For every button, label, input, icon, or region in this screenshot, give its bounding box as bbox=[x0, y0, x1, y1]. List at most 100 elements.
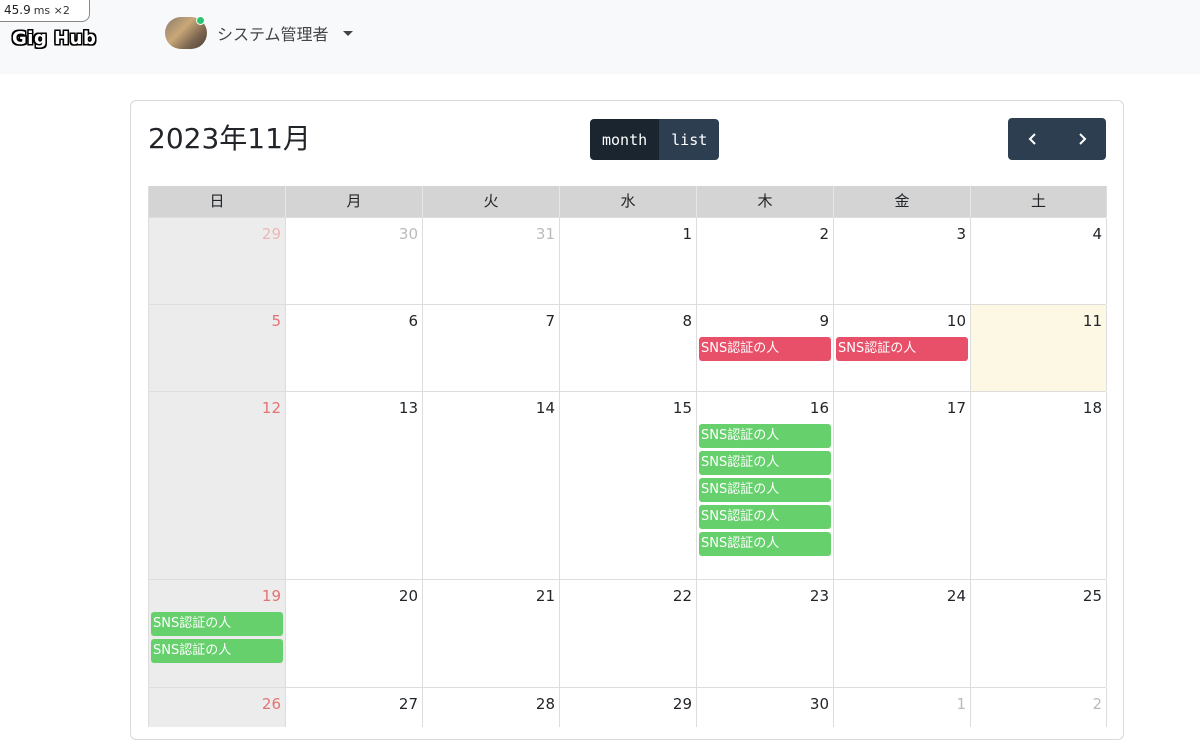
day-number: 17 bbox=[946, 399, 966, 417]
next-month-button[interactable] bbox=[1057, 118, 1106, 160]
calendar-week: 26 27 28 29 30 1 2 bbox=[149, 687, 1107, 727]
day-number: 15 bbox=[672, 399, 692, 417]
day-number: 1 bbox=[682, 225, 692, 243]
perf-badge: 45.9 ms ×2 bbox=[0, 0, 90, 22]
prev-month-button[interactable] bbox=[1008, 118, 1057, 160]
calendar-event[interactable]: SNS認証の人 bbox=[699, 424, 831, 448]
calendar-week: 19 SNS認証の人 SNS認証の人 20 21 22 23 24 25 bbox=[149, 579, 1107, 687]
day-cell[interactable]: 31 bbox=[423, 218, 560, 304]
calendar-event[interactable]: SNS認証の人 bbox=[151, 639, 283, 663]
day-cell[interactable]: 30 bbox=[286, 218, 423, 304]
day-cell[interactable]: 18 bbox=[971, 392, 1107, 579]
calendar-event[interactable]: SNS認証の人 bbox=[699, 478, 831, 502]
weekday-tue: 火 bbox=[423, 186, 560, 217]
event-list: SNS認証の人 bbox=[834, 333, 970, 361]
day-cell[interactable]: 24 bbox=[834, 580, 971, 687]
day-cell[interactable]: 4 bbox=[971, 218, 1107, 304]
day-cell[interactable]: 19 SNS認証の人 SNS認証の人 bbox=[149, 580, 286, 687]
day-number: 19 bbox=[261, 587, 281, 605]
day-cell[interactable]: 2 bbox=[971, 688, 1107, 727]
day-number: 2 bbox=[819, 225, 829, 243]
day-cell[interactable]: 1 bbox=[560, 218, 697, 304]
event-list: SNS認証の人 bbox=[697, 333, 833, 361]
day-cell[interactable]: 28 bbox=[423, 688, 560, 727]
day-cell[interactable]: 6 bbox=[286, 305, 423, 391]
day-number: 30 bbox=[398, 225, 418, 243]
day-number: 11 bbox=[1082, 312, 1102, 330]
day-number: 22 bbox=[672, 587, 692, 605]
day-number: 14 bbox=[535, 399, 555, 417]
calendar-event[interactable]: SNS認証の人 bbox=[699, 532, 831, 556]
day-number: 28 bbox=[535, 695, 555, 713]
avatar bbox=[165, 16, 207, 49]
day-cell[interactable]: 26 bbox=[149, 688, 286, 727]
day-cell[interactable]: 13 bbox=[286, 392, 423, 579]
day-cell[interactable]: 2 bbox=[697, 218, 834, 304]
day-number: 18 bbox=[1082, 399, 1102, 417]
brand-logo[interactable]: Gig Hub bbox=[12, 28, 96, 49]
day-cell[interactable]: 7 bbox=[423, 305, 560, 391]
day-cell[interactable]: 30 bbox=[697, 688, 834, 727]
calendar-event[interactable]: SNS認証の人 bbox=[699, 451, 831, 475]
day-number: 24 bbox=[946, 587, 966, 605]
day-number: 9 bbox=[819, 312, 829, 330]
weekday-mon: 月 bbox=[286, 186, 423, 217]
day-cell[interactable]: 21 bbox=[423, 580, 560, 687]
day-number: 12 bbox=[261, 399, 281, 417]
event-list: SNS認証の人 SNS認証の人 SNS認証の人 SNS認証の人 SNS認証の人 bbox=[697, 420, 833, 556]
calendar-event[interactable]: SNS認証の人 bbox=[151, 612, 283, 636]
calendar-week: 29 30 31 1 2 3 4 bbox=[149, 217, 1107, 304]
day-cell[interactable]: 22 bbox=[560, 580, 697, 687]
month-nav bbox=[1008, 118, 1106, 160]
calendar-grid: 日 月 火 水 木 金 土 29 30 31 1 2 3 4 5 6 7 8 9… bbox=[148, 186, 1107, 727]
day-number: 16 bbox=[809, 399, 829, 417]
weekday-wed: 水 bbox=[560, 186, 697, 217]
day-cell[interactable]: 25 bbox=[971, 580, 1107, 687]
day-number: 21 bbox=[535, 587, 555, 605]
day-cell[interactable]: 29 bbox=[149, 218, 286, 304]
day-cell[interactable]: 29 bbox=[560, 688, 697, 727]
day-cell[interactable]: 1 bbox=[834, 688, 971, 727]
day-number: 4 bbox=[1092, 225, 1102, 243]
day-number: 2 bbox=[1092, 695, 1102, 713]
day-cell[interactable]: 20 bbox=[286, 580, 423, 687]
day-cell[interactable]: 10 SNS認証の人 bbox=[834, 305, 971, 391]
list-view-button[interactable]: list bbox=[659, 119, 720, 160]
perf-value: 45.9 bbox=[4, 3, 31, 17]
month-view-button[interactable]: month bbox=[590, 119, 660, 160]
day-cell[interactable]: 8 bbox=[560, 305, 697, 391]
day-number: 6 bbox=[408, 312, 418, 330]
day-cell[interactable]: 12 bbox=[149, 392, 286, 579]
calendar-event[interactable]: SNS認証の人 bbox=[836, 337, 968, 361]
calendar-week: 5 6 7 8 9 SNS認証の人 10 SNS認証の人 11 bbox=[149, 304, 1107, 391]
calendar-event[interactable]: SNS認証の人 bbox=[699, 505, 831, 529]
day-number: 26 bbox=[261, 695, 281, 713]
day-number: 31 bbox=[535, 225, 555, 243]
user-menu[interactable]: システム管理者 bbox=[165, 16, 353, 49]
day-cell[interactable]: 17 bbox=[834, 392, 971, 579]
online-status-icon bbox=[196, 16, 205, 25]
day-cell[interactable]: 15 bbox=[560, 392, 697, 579]
calendar-title: 2023年11月 bbox=[148, 122, 311, 155]
calendar-event[interactable]: SNS認証の人 bbox=[699, 337, 831, 361]
day-number: 20 bbox=[398, 587, 418, 605]
day-number: 23 bbox=[809, 587, 829, 605]
day-number: 13 bbox=[398, 399, 418, 417]
day-cell[interactable]: 16 SNS認証の人 SNS認証の人 SNS認証の人 SNS認証の人 SNS認証… bbox=[697, 392, 834, 579]
day-number: 5 bbox=[271, 312, 281, 330]
day-cell-today[interactable]: 11 bbox=[971, 305, 1107, 391]
chevron-right-icon bbox=[1078, 133, 1086, 145]
day-number: 8 bbox=[682, 312, 692, 330]
day-number: 27 bbox=[398, 695, 418, 713]
day-cell[interactable]: 3 bbox=[834, 218, 971, 304]
day-cell[interactable]: 14 bbox=[423, 392, 560, 579]
day-cell[interactable]: 23 bbox=[697, 580, 834, 687]
day-cell[interactable]: 5 bbox=[149, 305, 286, 391]
day-number: 29 bbox=[672, 695, 692, 713]
day-cell[interactable]: 27 bbox=[286, 688, 423, 727]
caret-down-icon bbox=[342, 30, 353, 36]
navbar: Gig Hub システム管理者 bbox=[0, 0, 1200, 74]
day-cell[interactable]: 9 SNS認証の人 bbox=[697, 305, 834, 391]
chevron-left-icon bbox=[1028, 133, 1036, 145]
weekday-sat: 土 bbox=[971, 186, 1107, 217]
